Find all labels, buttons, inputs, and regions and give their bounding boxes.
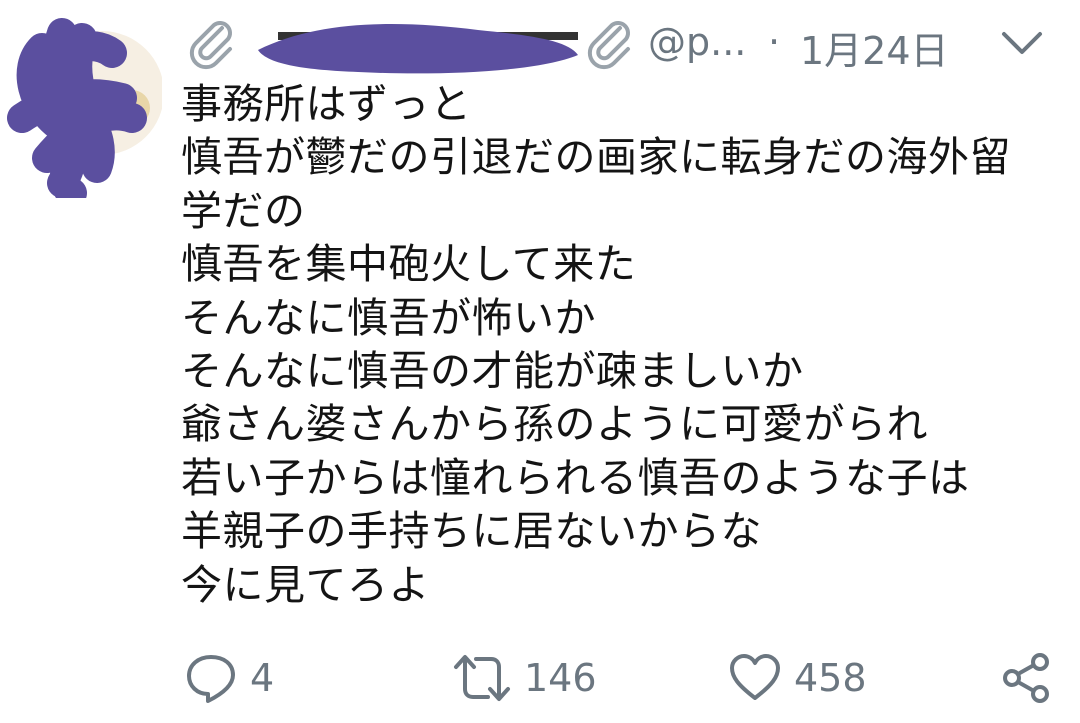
- avatar-image: [7, 18, 164, 208]
- tweet-text-line: 事務所はずっと: [181, 80, 472, 128]
- paperclip-icon: [587, 21, 630, 70]
- tweet-actions: 4 146 458: [0, 648, 1080, 718]
- redacted-name: [258, 24, 578, 74]
- avatar[interactable]: [2, 8, 164, 208]
- reply-count: 4: [250, 656, 275, 700]
- retweet-button[interactable]: 146: [452, 648, 597, 708]
- retweet-count: 146: [524, 656, 597, 700]
- tweet-text-line: 今に見てろよ: [181, 560, 430, 609]
- chevron-down-icon[interactable]: [998, 24, 1046, 64]
- share-icon: [1003, 653, 1049, 703]
- header-separator: ·: [768, 20, 781, 64]
- share-button[interactable]: [1000, 648, 1054, 708]
- tweet-header: @p... · 1月24日: [180, 14, 1060, 76]
- tweet-text-line: 慎吾が鬱だの引退だの画家に転身だの海外留: [181, 133, 1011, 182]
- tweet-text-line: 学だの: [181, 186, 306, 235]
- tweet-text-line: 爺さん婆さんから孫のように可愛がられ: [181, 400, 928, 449]
- retweet-icon: [454, 655, 510, 701]
- paperclip-icon: [189, 21, 232, 70]
- like-button[interactable]: 458: [728, 648, 867, 708]
- heart-icon: [730, 654, 780, 700]
- tweet-text: 事務所はずっと 慎吾が鬱だの引退だの画家に転身だの海外留 学だの 慎吾を集中砲火…: [181, 78, 1061, 612]
- like-count: 458: [794, 656, 867, 700]
- tweet-text-line: 若い子からは憧れられる慎吾のような子は: [181, 453, 970, 502]
- speech-bubble-icon: [187, 655, 235, 703]
- reply-button[interactable]: 4: [184, 648, 274, 708]
- tweet-text-line: そんなに慎吾の才能が疎ましいか: [181, 346, 804, 395]
- author-handle[interactable]: @p...: [648, 20, 746, 64]
- tweet-text-line: 慎吾を集中砲火して来た: [181, 240, 637, 289]
- tweet-text-line: そんなに慎吾が怖いか: [181, 293, 596, 342]
- tweet-text-line: 羊親子の手持ちに居ないからな: [181, 507, 762, 556]
- tweet-date[interactable]: 1月24日: [800, 20, 949, 75]
